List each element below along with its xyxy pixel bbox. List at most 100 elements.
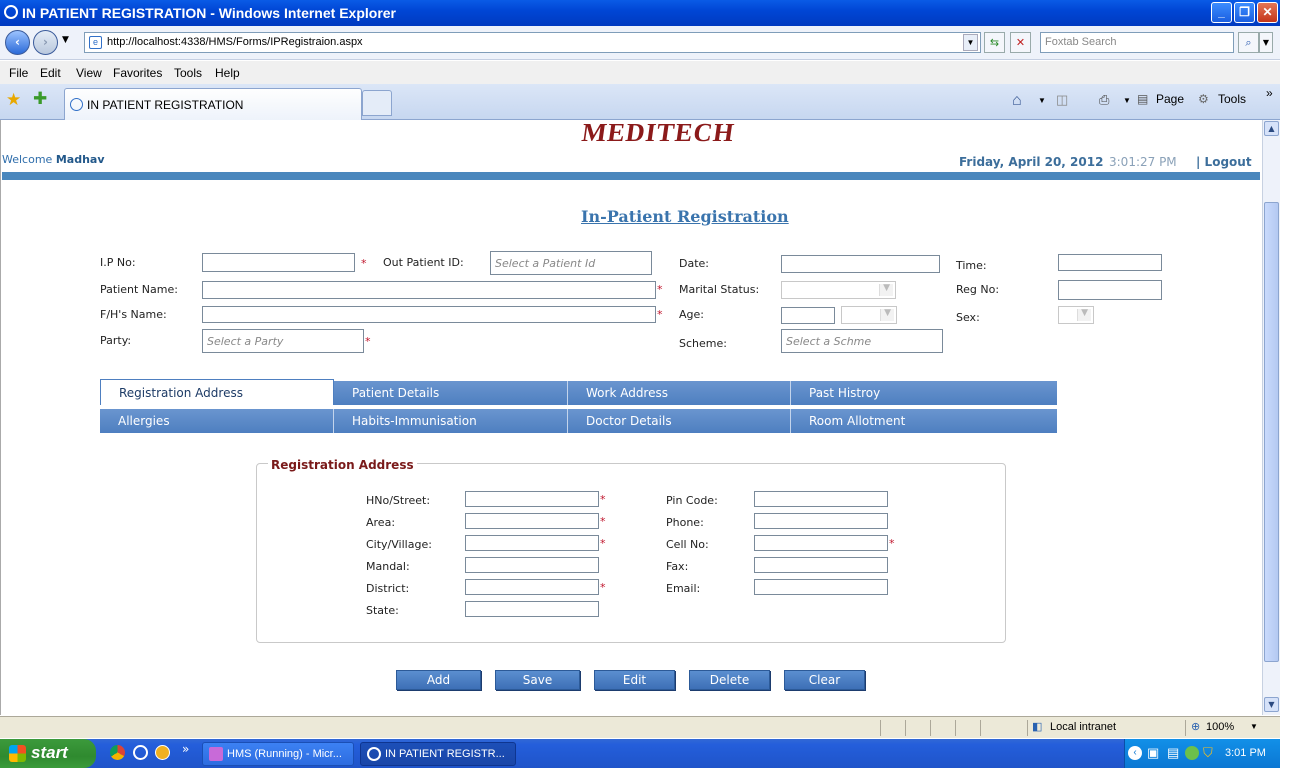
browser-tab-active[interactable]: IN PATIENT REGISTRATION [64, 88, 362, 120]
tools-menu[interactable]: Tools [1218, 92, 1246, 106]
tab-title: IN PATIENT REGISTRATION [87, 98, 244, 112]
favorites-star-icon[interactable]: ★ [6, 90, 21, 110]
window-title-bar[interactable]: IN PATIENT REGISTRATION - Windows Intern… [0, 0, 1280, 26]
fh-name-label: F/H's Name: [100, 308, 167, 321]
area-input[interactable] [465, 513, 599, 529]
search-options-icon[interactable]: ▼ [1259, 32, 1273, 53]
sex-select[interactable]: ▼ [1058, 306, 1094, 324]
tab-past-history[interactable]: Past Histroy [791, 381, 1057, 405]
cell-no-input[interactable] [754, 535, 888, 551]
ip-no-input[interactable] [202, 253, 355, 272]
more-commands-icon[interactable]: » [1266, 86, 1273, 100]
zoom-level[interactable]: 100% [1206, 721, 1234, 733]
taskbar-item-ie[interactable]: IN PATIENT REGISTR... [360, 742, 516, 766]
phone-input[interactable] [754, 513, 888, 529]
fax-input[interactable] [754, 557, 888, 573]
print-icon[interactable]: ⎙ [1099, 92, 1109, 108]
antivirus-icon[interactable]: ⛉ [1203, 745, 1213, 761]
stop-icon[interactable]: ✕ [1010, 32, 1031, 53]
tab-room-allotment[interactable]: Room Allotment [791, 409, 1057, 433]
history-dropdown-icon[interactable]: ▼ [62, 35, 69, 45]
scroll-thumb[interactable] [1264, 202, 1279, 662]
security-shield-icon[interactable] [1185, 746, 1199, 760]
page-menu[interactable]: Page [1156, 92, 1184, 106]
zoom-dropdown-icon[interactable]: ▼ [1250, 722, 1258, 731]
pin-code-input[interactable] [754, 491, 888, 507]
sex-label: Sex: [956, 311, 980, 324]
save-button[interactable]: Save [495, 670, 580, 690]
menu-tools[interactable]: Tools [174, 66, 202, 80]
mandal-input[interactable] [465, 557, 599, 573]
network-icon[interactable]: ▣ [1147, 745, 1159, 761]
menu-help[interactable]: Help [215, 66, 240, 80]
search-icon[interactable]: ⌕ [1238, 32, 1259, 53]
tab-work-address[interactable]: Work Address [568, 381, 791, 405]
required-marker: * [600, 537, 606, 550]
restore-button[interactable]: ❐ [1234, 2, 1255, 23]
party-input[interactable]: Select a Party [202, 329, 364, 353]
scheme-input[interactable]: Select a Schme [781, 329, 943, 353]
clear-button[interactable]: Clear [784, 670, 865, 690]
party-label: Party: [100, 334, 132, 347]
back-arrow-icon[interactable]: ‹ [5, 30, 30, 55]
marital-status-select[interactable]: ▼ [781, 281, 896, 299]
delete-button[interactable]: Delete [689, 670, 770, 690]
menu-file[interactable]: File [9, 66, 28, 80]
scroll-up-icon[interactable]: ▲ [1264, 121, 1279, 136]
close-window-button[interactable]: ✕ [1257, 2, 1278, 23]
tab-doctor-details[interactable]: Doctor Details [568, 409, 791, 433]
fh-name-input[interactable] [202, 306, 656, 323]
out-patient-id-input[interactable]: Select a Patient Id [490, 251, 652, 275]
patient-name-input[interactable] [202, 281, 656, 299]
add-favorites-icon[interactable]: ✚ [33, 89, 47, 109]
edit-button[interactable]: Edit [594, 670, 675, 690]
district-input[interactable] [465, 579, 599, 595]
time-input[interactable] [1058, 254, 1162, 271]
state-input[interactable] [465, 601, 599, 617]
menu-view[interactable]: View [76, 66, 102, 80]
chrome-icon[interactable] [110, 745, 125, 760]
cell-no-label: Cell No: [666, 538, 709, 551]
taskbar-item-hms[interactable]: HMS (Running) - Micr... [202, 742, 354, 766]
tab-patient-details[interactable]: Patient Details [334, 381, 568, 405]
tab-allergies[interactable]: Allergies [100, 409, 334, 433]
quicklaunch-more-icon[interactable]: » [182, 742, 189, 756]
page-menu-icon[interactable]: ▤ [1137, 92, 1148, 106]
page-icon: e [89, 36, 102, 49]
reg-no-input[interactable] [1058, 280, 1162, 300]
minimize-button[interactable]: _ [1211, 2, 1232, 23]
city-village-input[interactable] [465, 535, 599, 551]
search-input[interactable]: Foxtab Search [1040, 32, 1234, 53]
new-tab-button[interactable] [362, 90, 392, 116]
home-icon[interactable]: ⌂ [1012, 92, 1022, 110]
menu-favorites[interactable]: Favorites [113, 66, 162, 80]
area-label: Area: [366, 516, 396, 529]
scroll-down-icon[interactable]: ▼ [1264, 697, 1279, 712]
age-input[interactable] [781, 307, 835, 324]
start-button[interactable]: start [0, 739, 96, 768]
tab-registration-address[interactable]: Registration Address [100, 379, 334, 405]
refresh-icon[interactable]: ⇆ [984, 32, 1005, 53]
age-unit-select[interactable]: ▼ [841, 306, 897, 324]
url-dropdown-icon[interactable]: ▼ [963, 34, 978, 51]
address-bar[interactable]: e http://localhost:4338/HMS/Forms/IPRegi… [84, 32, 981, 53]
patient-name-label: Patient Name: [100, 283, 178, 296]
forward-arrow-icon[interactable]: › [33, 30, 58, 55]
clock[interactable]: 3:01 PM [1225, 747, 1266, 759]
ie-quicklaunch-icon[interactable] [133, 745, 148, 760]
home-dropdown-icon[interactable]: ▼ [1038, 96, 1046, 105]
messenger-icon[interactable] [155, 745, 170, 760]
print-dropdown-icon[interactable]: ▼ [1123, 96, 1131, 105]
email-input[interactable] [754, 579, 888, 595]
menu-edit[interactable]: Edit [40, 66, 61, 80]
display-icon[interactable]: ▤ [1167, 745, 1179, 761]
hno-street-input[interactable] [465, 491, 599, 507]
tools-gear-icon[interactable]: ⚙ [1198, 92, 1209, 106]
date-input[interactable] [781, 255, 940, 273]
tab-habits-immunisation[interactable]: Habits-Immunisation [334, 409, 568, 433]
logout-link[interactable]: | Logout [1196, 155, 1252, 169]
vertical-scrollbar[interactable]: ▲ ▼ [1262, 120, 1280, 715]
add-button[interactable]: Add [396, 670, 481, 690]
tray-expand-icon[interactable]: ‹ [1128, 746, 1142, 760]
feeds-icon[interactable]: ◫ [1056, 92, 1068, 108]
